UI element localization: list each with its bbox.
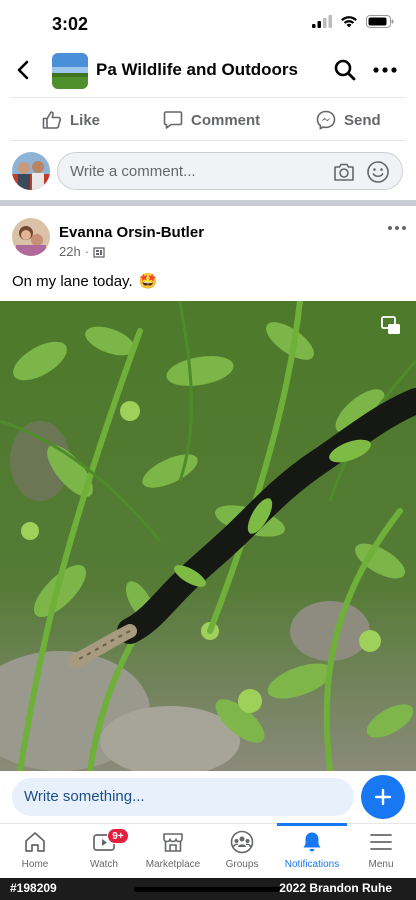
signal-icon: [312, 15, 332, 28]
comment-icon: [163, 111, 183, 129]
divider: [10, 140, 406, 141]
active-tab-indicator: [277, 823, 347, 826]
group-avatar[interactable]: [52, 53, 88, 89]
composer-placeholder: Write something...: [24, 788, 145, 805]
group-composer: Write something...: [0, 771, 416, 823]
camera-icon[interactable]: [332, 160, 356, 184]
tab-label-groups: Groups: [225, 859, 259, 870]
post-meta: 22h ·: [59, 244, 105, 259]
post-author-name[interactable]: Evanna Orsin-Butler: [59, 224, 204, 241]
tab-label-notifications: Notifications: [284, 859, 340, 870]
tab-label-marketplace: Marketplace: [145, 859, 201, 870]
search-icon[interactable]: [333, 58, 357, 82]
back-arrow-icon[interactable]: [12, 58, 36, 82]
like-button[interactable]: Like: [42, 102, 100, 138]
comment-row: Write a comment...: [0, 148, 416, 194]
more-options-icon[interactable]: [372, 58, 398, 82]
bottom-tab-bar: Home 9+ Watch Marketplace Groups Notific…: [0, 823, 416, 878]
footer-credit: 2022 Brandon Ruhe: [279, 881, 392, 895]
snake-in-grass-image: [0, 301, 416, 771]
home-icon: [25, 832, 45, 852]
battery-icon: [366, 15, 394, 28]
post-message: On my lane today.: [12, 272, 133, 290]
star-struck-emoji: 🤩: [138, 273, 158, 290]
comment-label: Comment: [191, 111, 261, 129]
group-title[interactable]: Pa Wildlife and Outdoors: [96, 60, 298, 80]
wifi-icon: [341, 16, 357, 28]
emoji-icon[interactable]: [366, 160, 390, 184]
tab-groups[interactable]: Groups: [207, 824, 277, 879]
status-time: 3:02: [52, 14, 89, 34]
plus-icon: [374, 788, 392, 806]
watch-badge: 9+: [107, 828, 129, 844]
post-photo[interactable]: [0, 301, 416, 771]
comment-placeholder: Write a comment...: [70, 163, 196, 180]
post-more-icon[interactable]: [386, 220, 408, 236]
bell-icon: [303, 832, 321, 852]
tab-home[interactable]: Home: [0, 824, 70, 879]
groups-icon: [230, 830, 254, 854]
tab-watch[interactable]: 9+ Watch: [69, 824, 139, 879]
user-avatar[interactable]: [12, 152, 50, 190]
audience-icon: [93, 246, 105, 258]
send-label: Send: [344, 111, 381, 129]
tab-menu[interactable]: Menu: [346, 824, 416, 879]
marketplace-icon: [163, 833, 183, 852]
tab-notifications[interactable]: Notifications: [277, 823, 347, 879]
like-label: Like: [70, 111, 101, 129]
write-something-input[interactable]: Write something...: [12, 778, 354, 816]
messenger-icon: [316, 110, 336, 130]
divider: [10, 97, 406, 98]
group-header: Pa Wildlife and Outdoors: [0, 46, 416, 96]
send-button[interactable]: Send: [316, 102, 381, 138]
home-indicator[interactable]: [134, 887, 282, 892]
tab-label-menu: Menu: [368, 859, 394, 870]
post-author-avatar[interactable]: [12, 218, 50, 256]
comment-button[interactable]: Comment: [163, 102, 260, 138]
footer-id: #198209: [10, 881, 57, 895]
thumbs-up-icon: [42, 111, 62, 129]
footer-strip: #198209 2022 Brandon Ruhe: [0, 878, 416, 900]
status-icons: [312, 15, 394, 28]
reaction-bar: Like Comment Send: [0, 102, 416, 138]
tab-marketplace[interactable]: Marketplace: [138, 824, 208, 879]
tab-label-home: Home: [21, 859, 49, 870]
create-post-button[interactable]: [361, 775, 405, 819]
comment-input[interactable]: Write a comment...: [57, 152, 403, 190]
section-separator: [0, 200, 416, 206]
expand-photo-icon[interactable]: [380, 315, 402, 337]
tab-label-watch: Watch: [90, 859, 118, 870]
meta-separator-dot: ·: [84, 244, 90, 259]
post-text: On my lane today. 🤩: [12, 272, 158, 291]
status-bar: 3:02: [0, 0, 416, 46]
post-time[interactable]: 22h: [59, 244, 81, 259]
menu-icon: [370, 834, 392, 850]
